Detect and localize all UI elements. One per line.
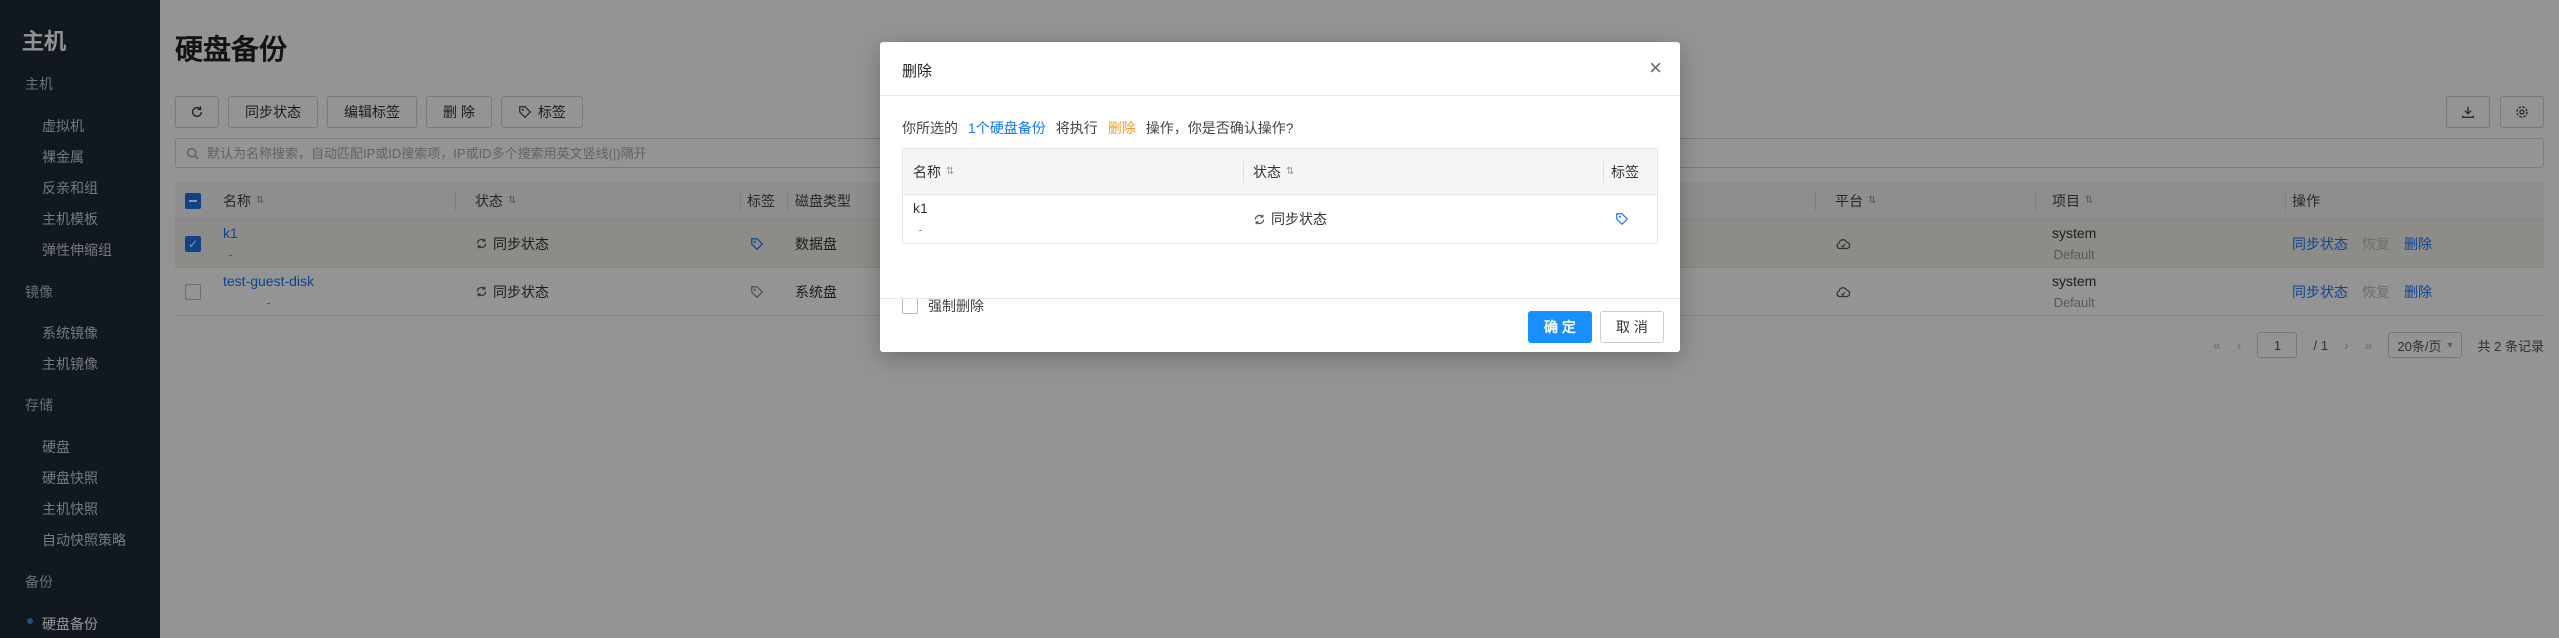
cancel-button[interactable]: 取 消: [1600, 311, 1664, 343]
dialog-table-row: k1 - 同步状态: [903, 195, 1657, 243]
dialog-body: 你所选的 1个硬盘备份 将执行 删除 操作，你是否确认操作? 名称 ⇅ 状态 ⇅ 标…: [902, 118, 1658, 314]
dialog-header-tag: 标签: [1611, 163, 1639, 180]
dialog-row-sub: -: [918, 222, 923, 237]
dialog-table: 名称 ⇅ 状态 ⇅ 标签 k1 - 同步状态: [902, 148, 1658, 244]
confirm-will: 将执行: [1055, 120, 1098, 136]
confirm-action: 删除: [1107, 120, 1136, 136]
delete-dialog: 删除 × 你所选的 1个硬盘备份 将执行 删除 操作，你是否确认操作? 名称 ⇅ …: [880, 42, 1680, 352]
close-icon[interactable]: ×: [1649, 56, 1662, 80]
confirm-button[interactable]: 确 定: [1528, 311, 1592, 343]
dialog-row-tag-icon[interactable]: [1615, 195, 1629, 243]
confirm-prefix: 你所选的: [902, 120, 958, 136]
confirm-count: 1个硬盘备份: [968, 120, 1046, 136]
dialog-row-status: 同步状态: [1271, 211, 1327, 227]
dialog-header-status[interactable]: 状态 ⇅: [1253, 149, 1294, 194]
dialog-row-name: k1: [913, 200, 928, 216]
dialog-header-name[interactable]: 名称 ⇅: [913, 149, 954, 194]
dialog-title: 删除: [902, 63, 933, 80]
confirm-message: 你所选的 1个硬盘备份 将执行 删除 操作，你是否确认操作?: [902, 118, 1658, 138]
sync-icon: [1253, 213, 1266, 226]
dialog-header: 删除 ×: [880, 42, 1680, 96]
dialog-footer: 确 定 取 消: [880, 298, 1680, 352]
confirm-suffix: 操作，你是否确认操作?: [1145, 120, 1294, 136]
dialog-table-header: 名称 ⇅ 状态 ⇅ 标签: [903, 149, 1657, 195]
